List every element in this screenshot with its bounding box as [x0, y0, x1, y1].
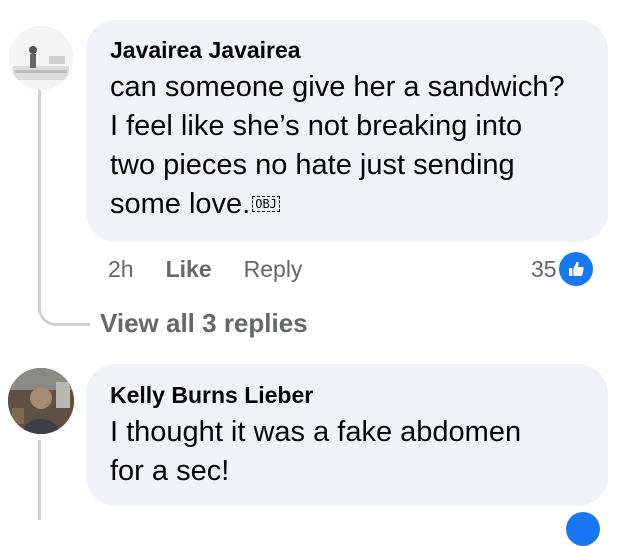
comment-text-line-last: some love. OBJ [110, 185, 608, 224]
like-thumbs-up-icon-partial [566, 512, 600, 546]
reaction-count-number: 35 [531, 255, 557, 282]
comment-bubble: Javairea Javairea can someone give her a… [86, 20, 608, 242]
view-replies-link[interactable]: View all 3 replies [100, 307, 308, 339]
avatar[interactable] [9, 26, 73, 90]
comment-text-line: two pieces no hate just sending [110, 149, 515, 181]
comment-text: I thought it was a fake abdomen for a se… [110, 413, 608, 491]
emoji-placeholder-icon: OBJ [252, 196, 280, 212]
comment-text-line: for a sec! [110, 455, 230, 487]
like-thumbs-up-icon [558, 252, 593, 286]
comment-text-line: I thought it was a fake abdomen [110, 416, 522, 448]
comment-author[interactable]: Javairea Javairea [110, 36, 608, 64]
comment-text-line: can someone give her a sandwich? [110, 71, 565, 103]
like-button[interactable]: Like [166, 255, 212, 283]
comment-text: can someone give her a sandwich? I feel … [110, 68, 608, 224]
comment-text-line: some love. [110, 188, 251, 220]
reply-button[interactable]: Reply [244, 255, 303, 283]
reaction-count[interactable]: 35 [531, 252, 593, 286]
avatar[interactable] [8, 368, 74, 434]
comment-timestamp[interactable]: 2h [108, 255, 134, 283]
thread-line-vertical-2 [38, 440, 41, 520]
comment-text-line: I feel like she’s not breaking into [110, 110, 523, 142]
comment-actions: 2h Like Reply [108, 255, 334, 283]
thread-line-curve [38, 298, 90, 326]
comment-bubble: Kelly Burns Lieber I thought it was a fa… [86, 364, 608, 506]
thread-line-vertical [38, 80, 41, 313]
comment-author[interactable]: Kelly Burns Lieber [110, 381, 608, 409]
avatar-image [9, 26, 73, 90]
avatar-image [8, 368, 74, 434]
